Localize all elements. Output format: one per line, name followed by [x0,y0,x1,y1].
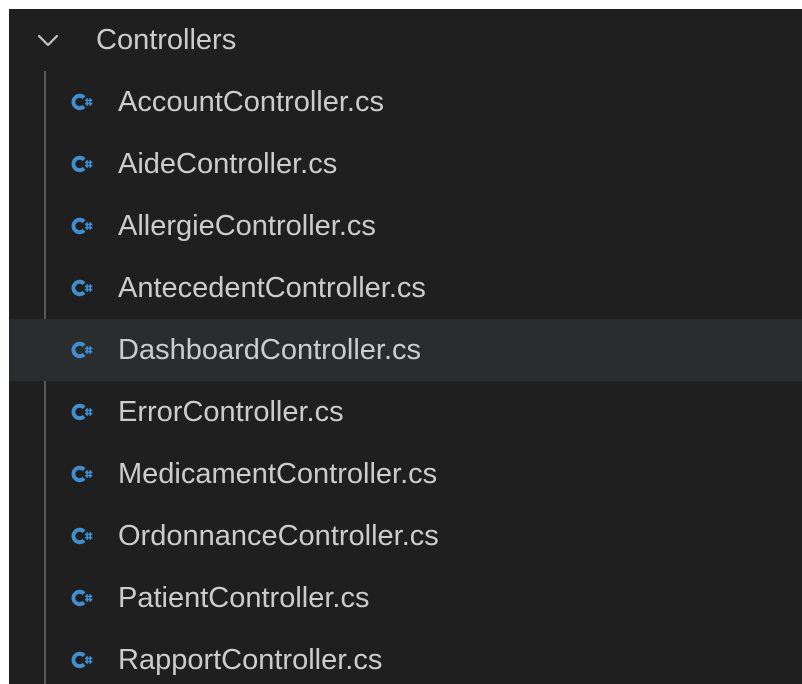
csharp-file-icon [71,465,93,483]
csharp-file-icon [71,403,93,421]
file-row-accountcontroller[interactable]: AccountController.cs [9,71,802,133]
file-row-ordonnancecontroller[interactable]: OrdonnanceController.cs [9,505,802,567]
csharp-file-icon [71,527,93,545]
file-row-errorcontroller[interactable]: ErrorController.cs [9,381,802,443]
csharp-file-icon [71,589,93,607]
file-label: AntecedentController.cs [118,272,426,304]
file-label: PatientController.cs [118,582,370,614]
csharp-file-icon [71,93,93,111]
folder-row-controllers[interactable]: Controllers [9,9,802,71]
file-row-allergiecontroller[interactable]: AllergieController.cs [9,195,802,257]
file-label: RapportController.cs [118,644,383,676]
file-explorer-tree: Controllers AccountController.cs AideCon… [9,9,802,684]
file-label: AideController.cs [118,148,338,180]
csharp-file-icon [71,341,93,359]
file-row-antecedentcontroller[interactable]: AntecedentController.cs [9,257,802,319]
file-row-medicamentcontroller[interactable]: MedicamentController.cs [9,443,802,505]
file-row-dashboardcontroller[interactable]: DashboardController.cs [9,319,802,381]
chevron-down-icon[interactable] [34,26,62,54]
csharp-file-icon [71,155,93,173]
folder-label: Controllers [96,24,237,56]
csharp-file-icon [71,279,93,297]
csharp-file-icon [71,651,93,669]
file-label: MedicamentController.cs [118,458,438,490]
file-label: AccountController.cs [118,86,384,118]
file-label: OrdonnanceController.cs [118,520,439,552]
file-label: AllergieController.cs [118,210,376,242]
file-row-patientcontroller[interactable]: PatientController.cs [9,567,802,629]
file-row-aidecontroller[interactable]: AideController.cs [9,133,802,195]
file-label: ErrorController.cs [118,396,344,428]
file-row-rapportcontroller[interactable]: RapportController.cs [9,629,802,684]
csharp-file-icon [71,217,93,235]
file-label: DashboardController.cs [118,334,422,366]
